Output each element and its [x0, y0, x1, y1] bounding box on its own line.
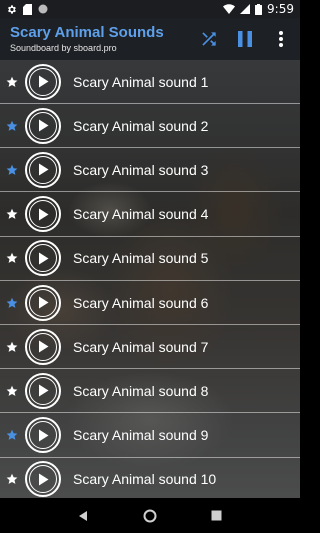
sound-label: Scary Animal sound 6	[73, 294, 209, 311]
sound-label: Scary Animal sound 4	[73, 206, 209, 223]
play-button[interactable]	[25, 328, 61, 365]
app-bar: Scary Animal Sounds Soundboard by sboard…	[0, 18, 300, 60]
star-icon[interactable]	[0, 164, 24, 176]
play-icon	[29, 111, 57, 140]
sound-row[interactable]: Scary Animal sound 5	[0, 237, 300, 281]
play-icon	[29, 421, 57, 450]
sound-label: Scary Animal sound 1	[73, 73, 209, 90]
battery-icon	[255, 3, 263, 15]
play-button[interactable]	[25, 151, 61, 188]
play-button[interactable]	[25, 284, 61, 321]
star-icon[interactable]	[0, 120, 24, 132]
sound-row[interactable]: Scary Animal sound 8	[0, 369, 300, 414]
sound-list: Scary Animal sound 1 Scary Animal sound 2…	[0, 60, 300, 498]
play-icon	[29, 376, 57, 405]
sound-row[interactable]: Scary Animal sound 6	[0, 281, 300, 325]
sound-label: Scary Animal sound 8	[73, 382, 209, 399]
star-icon[interactable]	[0, 297, 24, 309]
play-button[interactable]	[25, 417, 61, 454]
signal-icon	[240, 4, 251, 14]
star-icon[interactable]	[0, 252, 24, 264]
sound-label: Scary Animal sound 9	[73, 427, 209, 444]
play-button[interactable]	[25, 63, 61, 100]
back-icon[interactable]	[71, 504, 95, 528]
play-icon	[29, 200, 57, 229]
sound-row[interactable]: Scary Animal sound 4	[0, 193, 300, 237]
pause-icon[interactable]	[234, 28, 256, 50]
gear-icon	[6, 4, 17, 15]
sound-label: Scary Animal sound 7	[73, 338, 209, 355]
sound-row[interactable]: Scary Animal sound 10	[0, 458, 300, 498]
recents-icon[interactable]	[205, 504, 229, 528]
navigation-bar	[0, 498, 300, 533]
sound-row[interactable]: Scary Animal sound 9	[0, 414, 300, 458]
clock-time: 9:59	[267, 2, 294, 16]
play-icon	[29, 244, 57, 273]
sound-row[interactable]: Scary Animal sound 7	[0, 325, 300, 370]
sound-label: Scary Animal sound 3	[73, 161, 209, 178]
play-icon	[29, 67, 57, 96]
play-button[interactable]	[25, 107, 61, 144]
play-button[interactable]	[25, 372, 61, 409]
sound-row[interactable]: Scary Animal sound 1	[0, 60, 300, 104]
star-icon[interactable]	[0, 208, 24, 220]
wifi-icon	[223, 4, 236, 14]
sd-card-icon	[23, 3, 32, 15]
star-icon[interactable]	[0, 473, 24, 485]
home-icon[interactable]	[138, 504, 162, 528]
play-button[interactable]	[25, 196, 61, 233]
sound-row[interactable]: Scary Animal sound 3	[0, 148, 300, 193]
app-subtitle: Soundboard by sboard.pro	[10, 43, 117, 53]
play-icon	[29, 465, 57, 494]
app-titles: Scary Animal Sounds Soundboard by sboard…	[10, 24, 198, 54]
play-icon	[29, 332, 57, 361]
play-button[interactable]	[25, 461, 61, 498]
app-title: Scary Animal Sounds	[10, 24, 164, 41]
shuffle-icon[interactable]	[198, 28, 220, 50]
circle-icon	[38, 4, 48, 14]
more-vert-icon[interactable]	[270, 28, 292, 50]
play-icon	[29, 155, 57, 184]
sound-row[interactable]: Scary Animal sound 2	[0, 104, 300, 149]
sound-label: Scary Animal sound 5	[73, 250, 209, 267]
star-icon[interactable]	[0, 76, 24, 88]
play-button[interactable]	[25, 240, 61, 277]
sound-label: Scary Animal sound 2	[73, 117, 209, 134]
sound-label: Scary Animal sound 10	[73, 471, 217, 488]
star-icon[interactable]	[0, 429, 24, 441]
play-icon	[29, 288, 57, 317]
status-bar: 9:59	[0, 0, 300, 18]
star-icon[interactable]	[0, 385, 24, 397]
app-actions	[198, 28, 292, 50]
star-icon[interactable]	[0, 341, 24, 353]
